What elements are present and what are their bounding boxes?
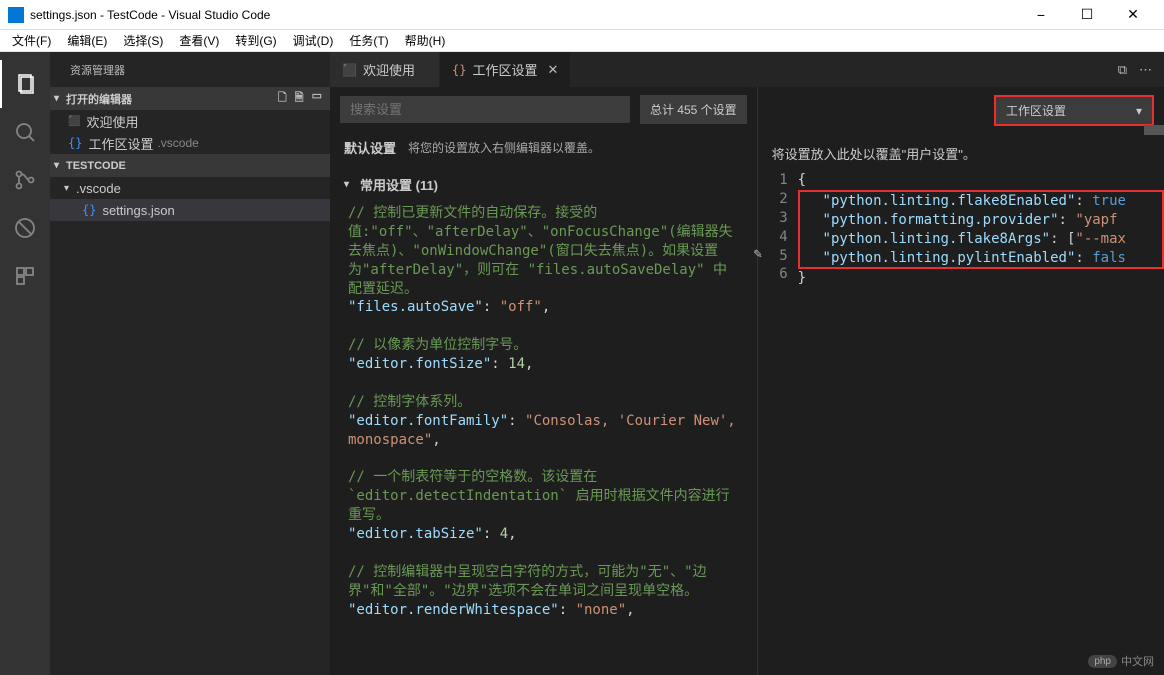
vscode-tab-icon: ⬛ [342, 63, 357, 77]
open-editor-settings-dim: .vscode [157, 136, 198, 150]
menu-edit[interactable]: 编辑(E) [59, 30, 115, 51]
window-minimize-button[interactable]: − [1018, 0, 1064, 30]
settings-body: 总计 455 个设置 默认设置 将您的设置放入右侧编辑器以覆盖。 ▾ 常用设置 … [330, 87, 1164, 675]
menubar: 文件(F) 编辑(E) 选择(S) 查看(V) 转到(G) 调试(D) 任务(T… [0, 30, 1164, 52]
default-settings-header: 默认设置 将您的设置放入右侧编辑器以覆盖。 [330, 132, 757, 163]
tab-workspace-settings[interactable]: {} 工作区设置 ✕ [440, 52, 571, 87]
default-settings-pane: 总计 455 个设置 默认设置 将您的设置放入右侧编辑器以覆盖。 ▾ 常用设置 … [330, 87, 758, 675]
watermark-text: 中文网 [1121, 653, 1154, 669]
file-settings-json[interactable]: settings.json [50, 199, 330, 221]
workspace-settings-code[interactable]: { "python.linting.flake8Enabled": true "… [798, 167, 1164, 292]
window-title: settings.json - TestCode - Visual Studio… [30, 8, 1018, 22]
json-tab-icon: {} [452, 63, 466, 77]
sidebar-explorer: 资源管理器 ▾ 打开的编辑器 🗋 🗎 ▭ 欢迎使用 工作区设置 .vscode … [50, 52, 330, 675]
window-maximize-button[interactable]: ☐ [1064, 0, 1110, 30]
chevron-down-icon: ▾ [1136, 104, 1142, 118]
chevron-down-icon: ▾ [54, 93, 66, 104]
tab-welcome[interactable]: ⬛ 欢迎使用 [330, 52, 440, 87]
split-editor-icon[interactable]: ⧉ [1118, 62, 1127, 78]
file-settings-json-label: settings.json [102, 203, 174, 218]
line-number-gutter: 123456 [758, 167, 798, 292]
workspace-settings-pane: 工作区设置 ▾ 将设置放入此处以覆盖"用户设置"。 ✎ 123456 { "py… [758, 87, 1164, 675]
activity-scm-icon[interactable] [0, 156, 50, 204]
common-settings-group-label: 常用设置 (11) [360, 175, 438, 194]
menu-help[interactable]: 帮助(H) [397, 30, 454, 51]
close-icon[interactable]: ✕ [547, 62, 558, 78]
open-editor-welcome[interactable]: 欢迎使用 [50, 110, 330, 132]
tab-welcome-label: 欢迎使用 [363, 60, 415, 79]
chevron-down-icon: ▾ [64, 183, 76, 194]
folder-vscode-label: .vscode [76, 181, 121, 196]
menu-debug[interactable]: 调试(D) [285, 30, 342, 51]
menu-view[interactable]: 查看(V) [171, 30, 227, 51]
activity-search-icon[interactable] [0, 108, 50, 156]
common-settings-group[interactable]: ▾ 常用设置 (11) [330, 163, 757, 200]
menu-tasks[interactable]: 任务(T) [341, 30, 396, 51]
open-editor-welcome-label: 欢迎使用 [86, 112, 138, 131]
default-settings-content[interactable]: // 控制已更新文件的自动保存。接受的值:"off"、"afterDelay"、… [330, 200, 757, 642]
open-editor-settings-label: 工作区设置 [88, 134, 153, 153]
open-editors-actions: 🗋 🗎 ▭ [278, 89, 326, 108]
save-all-icon[interactable]: 🗎 [295, 89, 304, 108]
activity-extensions-icon[interactable] [0, 252, 50, 300]
menu-file[interactable]: 文件(F) [4, 30, 59, 51]
tab-workspace-settings-label: 工作区设置 [472, 60, 537, 79]
workspace-settings-editor[interactable]: ✎ 123456 { "python.linting.flake8Enabled… [758, 167, 1164, 292]
section-open-editors-label: 打开的编辑器 [66, 91, 132, 107]
settings-count: 总计 455 个设置 [640, 95, 747, 124]
new-file-icon[interactable]: 🗋 [278, 89, 287, 108]
section-open-editors[interactable]: ▾ 打开的编辑器 🗋 🗎 ▭ [50, 87, 330, 110]
default-settings-desc: 将您的设置放入右侧编辑器以覆盖。 [408, 139, 600, 156]
section-project-label: TESTCODE [66, 160, 126, 172]
sidebar-title: 资源管理器 [50, 52, 330, 87]
menu-selection[interactable]: 选择(S) [115, 30, 171, 51]
menu-go[interactable]: 转到(G) [227, 30, 284, 51]
window-controls: − ☐ ✕ [1018, 0, 1156, 30]
open-editor-settings[interactable]: 工作区设置 .vscode [50, 132, 330, 154]
editor-area: ⬛ 欢迎使用 {} 工作区设置 ✕ ⧉ ⋯ 总计 455 个设置 默 [330, 52, 1164, 675]
settings-scope-dropdown[interactable]: 工作区设置 ▾ [994, 95, 1154, 126]
settings-scope-label: 工作区设置 [1006, 102, 1066, 119]
close-all-icon[interactable]: ▭ [312, 89, 322, 108]
section-project[interactable]: ▾ TESTCODE [50, 154, 330, 177]
php-badge: php [1088, 655, 1117, 668]
workspace-settings-header: 将设置放入此处以覆盖"用户设置"。 [758, 134, 1164, 167]
window-close-button[interactable]: ✕ [1110, 0, 1156, 30]
activity-bar [0, 52, 50, 675]
default-settings-label: 默认设置 [344, 138, 396, 157]
activity-debug-icon[interactable] [0, 204, 50, 252]
folder-vscode[interactable]: ▾ .vscode [50, 177, 330, 199]
more-actions-icon[interactable]: ⋯ [1139, 62, 1152, 78]
editor-tab-actions: ⧉ ⋯ [1106, 52, 1164, 87]
main-container: 资源管理器 ▾ 打开的编辑器 🗋 🗎 ▭ 欢迎使用 工作区设置 .vscode … [0, 52, 1164, 675]
chevron-down-icon: ▾ [54, 160, 66, 171]
pencil-icon[interactable]: ✎ [754, 245, 762, 264]
watermark: php 中文网 [1088, 653, 1154, 669]
activity-explorer-icon[interactable] [0, 60, 50, 108]
chevron-down-icon: ▾ [344, 179, 356, 190]
scope-row: 工作区设置 ▾ [758, 87, 1164, 134]
minimap-indicator [1144, 125, 1164, 135]
settings-search-input[interactable] [340, 96, 630, 123]
vscode-app-icon [8, 7, 24, 23]
window-titlebar: settings.json - TestCode - Visual Studio… [0, 0, 1164, 30]
settings-search-row: 总计 455 个设置 [330, 87, 757, 132]
editor-tabs: ⬛ 欢迎使用 {} 工作区设置 ✕ ⧉ ⋯ [330, 52, 1164, 87]
